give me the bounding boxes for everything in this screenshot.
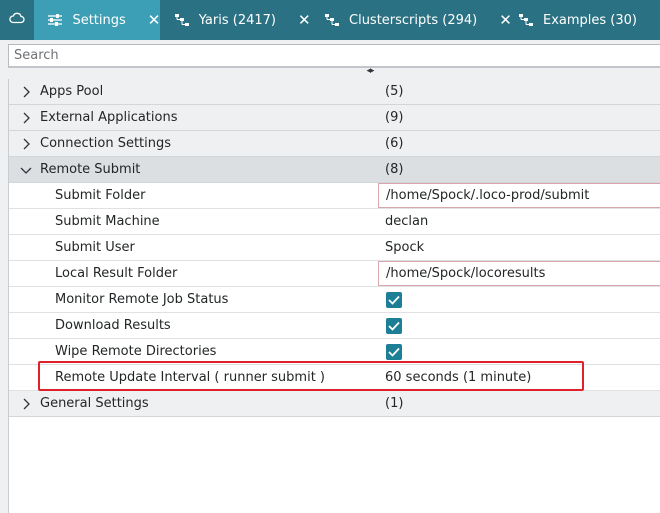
- tab-bar: Settings ✕ Yaris (2417) ✕ Clusterscripts…: [0, 0, 660, 40]
- group-count: (5): [385, 84, 404, 99]
- chevron-down-icon[interactable]: [19, 163, 33, 177]
- settings-tree: Apps Pool (5) External Applications (9) …: [8, 79, 660, 513]
- group-general-settings[interactable]: General Settings (1): [9, 391, 660, 417]
- column-resize-handle[interactable]: ◂▸: [362, 67, 378, 76]
- group-count: (8): [385, 162, 404, 177]
- chevron-right-icon[interactable]: [19, 397, 33, 411]
- submit-folder-field[interactable]: /home/Spock/.loco-prod/submit: [378, 183, 660, 208]
- tab-examples[interactable]: Examples (30) ✕: [500, 0, 660, 40]
- setting-submit-folder: Submit Folder /home/Spock/.loco-prod/sub…: [9, 183, 660, 209]
- submit-user-value[interactable]: Spock: [385, 235, 424, 261]
- setting-label: Download Results: [55, 318, 171, 333]
- wipe-remote-directories-checkbox[interactable]: [386, 344, 402, 360]
- setting-monitor-remote-job-status: Monitor Remote Job Status: [9, 287, 660, 313]
- tab-clusterscripts-label: Clusterscripts (294): [349, 12, 478, 28]
- group-connection-settings[interactable]: Connection Settings (6): [9, 131, 660, 157]
- chevron-right-icon[interactable]: [19, 111, 33, 125]
- group-count: (9): [385, 110, 404, 125]
- chevron-right-icon[interactable]: [19, 137, 33, 151]
- setting-remote-update-interval: Remote Update Interval ( runner submit )…: [9, 365, 660, 391]
- group-label: External Applications: [40, 110, 178, 125]
- setting-label: Submit User: [55, 240, 135, 255]
- group-label: General Settings: [40, 396, 149, 411]
- setting-label: Submit Folder: [55, 188, 146, 203]
- network-icon: [324, 12, 340, 28]
- group-external-applications[interactable]: External Applications (9): [9, 105, 660, 131]
- setting-label: Wipe Remote Directories: [55, 344, 217, 359]
- setting-wipe-remote-directories: Wipe Remote Directories: [9, 339, 660, 365]
- group-label: Remote Submit: [40, 162, 141, 177]
- search-input[interactable]: Search: [8, 44, 660, 68]
- cloud-icon: [9, 11, 25, 29]
- setting-download-results: Download Results: [9, 313, 660, 339]
- group-remote-submit[interactable]: Remote Submit (8): [9, 157, 660, 183]
- group-apps-pool[interactable]: Apps Pool (5): [9, 79, 660, 105]
- tab-examples-label: Examples (30): [543, 12, 637, 28]
- setting-label: Submit Machine: [55, 214, 160, 229]
- chevron-right-icon[interactable]: [19, 85, 33, 99]
- close-icon[interactable]: ✕: [298, 12, 311, 28]
- tab-home[interactable]: [0, 0, 35, 40]
- setting-label: Local Result Folder: [55, 266, 178, 281]
- network-icon: [174, 12, 190, 28]
- setting-label: Monitor Remote Job Status: [55, 292, 229, 307]
- monitor-remote-job-status-checkbox[interactable]: [386, 292, 402, 308]
- download-results-checkbox[interactable]: [386, 318, 402, 334]
- check-icon: [388, 321, 400, 331]
- remote-update-interval-value[interactable]: 60 seconds (1 minute): [385, 365, 531, 391]
- tab-settings[interactable]: Settings ✕: [34, 0, 161, 40]
- group-label: Connection Settings: [40, 136, 172, 151]
- tab-settings-label: Settings: [72, 12, 126, 28]
- setting-label: Remote Update Interval ( runner submit ): [55, 370, 326, 385]
- close-icon[interactable]: ✕: [148, 12, 161, 28]
- tab-yaris[interactable]: Yaris (2417) ✕: [160, 0, 311, 40]
- check-icon: [388, 295, 400, 305]
- network-icon: [518, 12, 534, 28]
- tab-clusterscripts[interactable]: Clusterscripts (294) ✕: [310, 0, 512, 40]
- tab-yaris-label: Yaris (2417): [198, 12, 276, 28]
- submit-machine-value[interactable]: declan: [385, 209, 428, 235]
- local-result-folder-field[interactable]: /home/Spock/locoresults: [378, 261, 660, 286]
- group-count: (6): [385, 136, 404, 151]
- setting-submit-machine: Submit Machine declan: [9, 209, 660, 235]
- check-icon: [388, 347, 400, 357]
- group-count: (1): [385, 396, 404, 411]
- sliders-icon: [47, 12, 63, 28]
- setting-submit-user: Submit User Spock: [9, 235, 660, 261]
- group-label: Apps Pool: [40, 84, 104, 99]
- setting-local-result-folder: Local Result Folder /home/Spock/locoresu…: [9, 261, 660, 287]
- settings-panel: Search ◂▸ Apps Pool (5) External Applica…: [0, 40, 660, 513]
